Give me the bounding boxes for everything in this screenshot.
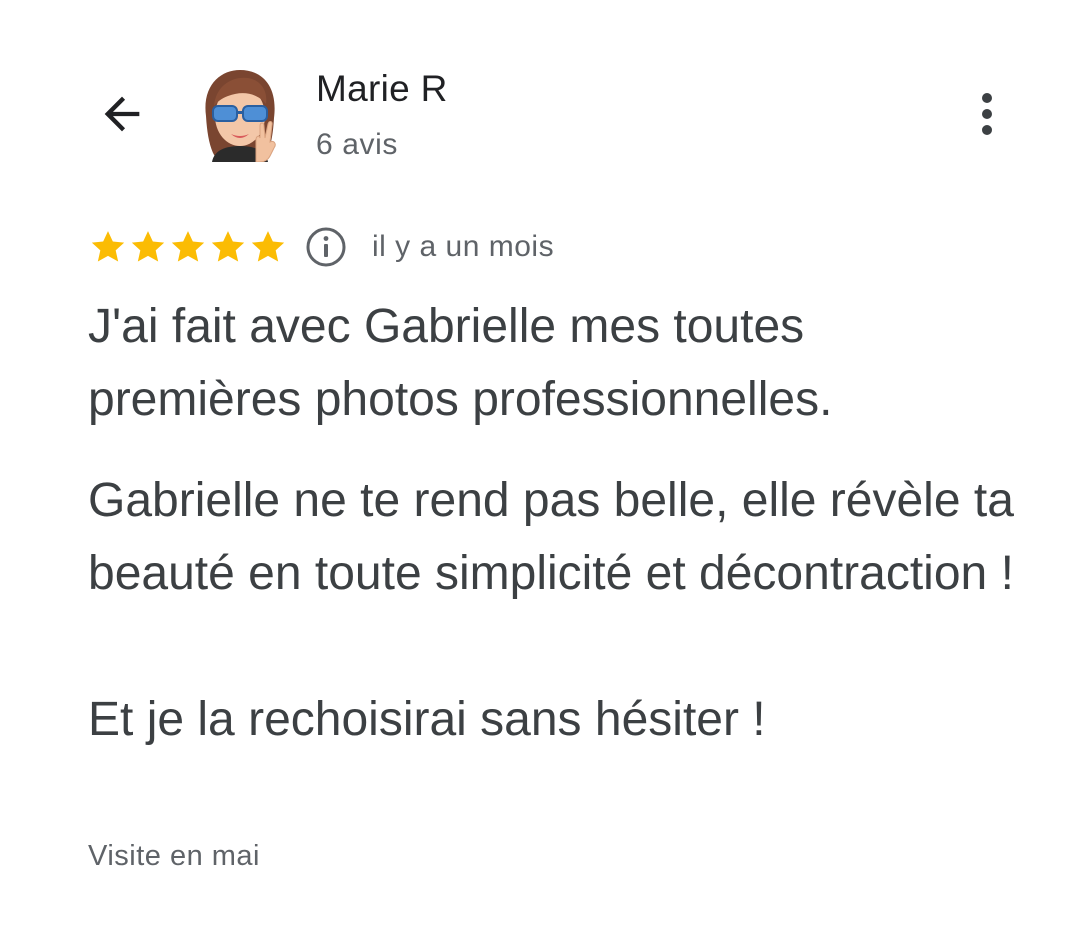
back-button[interactable] bbox=[92, 84, 152, 144]
rating-row: il y a un mois bbox=[88, 222, 554, 272]
review-time: il y a un mois bbox=[372, 230, 555, 263]
author-review-count[interactable]: 6 avis bbox=[316, 128, 398, 162]
visit-date: Visite en mai bbox=[88, 840, 260, 872]
review-header: Marie R 6 avis bbox=[0, 0, 1080, 200]
more-options-button[interactable] bbox=[962, 86, 1012, 142]
star-icon bbox=[131, 231, 165, 262]
star-rating bbox=[88, 227, 288, 267]
author-name[interactable]: Marie R bbox=[316, 68, 448, 110]
review-paragraph: Gabrielle ne te rend pas belle, elle rév… bbox=[88, 474, 1014, 600]
star-icon bbox=[91, 231, 125, 262]
info-icon bbox=[306, 227, 346, 267]
avatar[interactable] bbox=[198, 66, 282, 163]
star-icon bbox=[171, 231, 205, 262]
review-paragraph: Et je la rechoisirai sans hésiter ! bbox=[88, 693, 766, 746]
arrow-back-icon bbox=[104, 96, 140, 132]
more-vert-icon bbox=[982, 93, 992, 135]
memoji-avatar-icon bbox=[205, 70, 276, 163]
review-paragraph: J'ai fait avec Gabrielle mes toutes prem… bbox=[88, 300, 833, 426]
info-button[interactable] bbox=[304, 225, 348, 269]
review-text: J'ai fait avec Gabrielle mes toutes prem… bbox=[88, 290, 1018, 756]
star-icon bbox=[211, 231, 245, 262]
star-icon bbox=[251, 231, 285, 262]
